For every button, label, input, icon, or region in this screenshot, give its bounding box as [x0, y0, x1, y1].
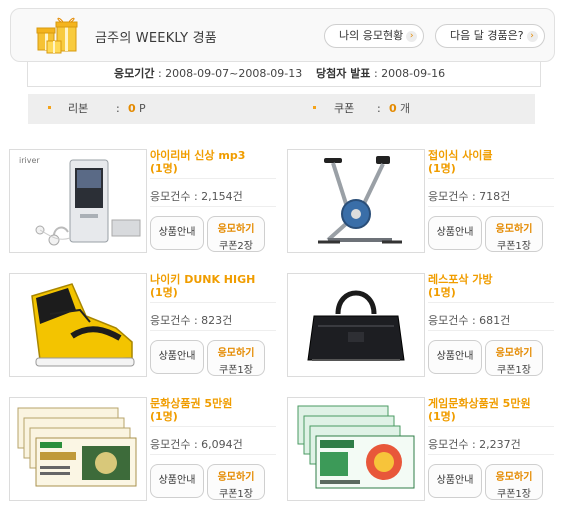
apply-label: 응모하기 — [495, 472, 533, 483]
winner-count: (1명) — [428, 286, 456, 299]
apply-label: 응모하기 — [217, 472, 255, 483]
entry-count: 응모건수 : 2,154건 — [150, 190, 243, 203]
ribbon-label: 리본 — [68, 102, 89, 115]
divider — [428, 178, 554, 179]
divider — [428, 330, 554, 331]
winner-count: (1명) — [428, 410, 456, 423]
gift-certificate-icon — [17, 407, 137, 487]
apply-button[interactable]: 응모하기 쿠폰1장 — [485, 464, 543, 500]
coupon-colon: : — [377, 102, 381, 115]
prize-name: 접이식 사이클 — [428, 149, 493, 162]
exercise-bike-icon — [318, 156, 402, 244]
divider — [150, 206, 276, 207]
divider — [428, 426, 554, 427]
prize-image[interactable] — [287, 149, 425, 253]
winner-count: (1명) — [428, 162, 456, 175]
apply-label: 응모하기 — [495, 224, 533, 235]
bullet-icon — [48, 106, 51, 109]
apply-button[interactable]: 응모하기 쿠폰2장 — [207, 216, 265, 252]
product-info-button[interactable]: 상품안내 — [428, 464, 482, 498]
entry-count: 응모건수 : 823건 — [150, 314, 233, 327]
entry-count: 응모건수 : 6,094건 — [150, 438, 243, 451]
prize-image[interactable] — [287, 397, 425, 501]
prize-card: 문화상품권 5만원 (1명) 응모건수 : 6,094건 상품안내 응모하기 쿠… — [9, 397, 279, 507]
coupon-cost: 쿠폰1장 — [497, 241, 531, 252]
coupon-cost: 쿠폰1장 — [497, 489, 531, 500]
bullet-icon — [313, 106, 316, 109]
ribbon-unit: P — [139, 102, 146, 115]
divider — [150, 302, 276, 303]
apply-button[interactable]: 응모하기 쿠폰1장 — [207, 464, 265, 500]
coupon-cost: 쿠폰1장 — [219, 365, 253, 376]
winner-count: (1명) — [150, 162, 178, 175]
divider — [150, 178, 276, 179]
coupon-cost: 쿠폰1장 — [219, 489, 253, 500]
prize-image[interactable] — [9, 273, 147, 377]
chevron-right-icon: › — [526, 30, 538, 42]
points-bar: 리본 : 0 P 쿠폰 : 0 개 — [28, 94, 535, 124]
apply-label: 응모하기 — [217, 348, 255, 359]
entry-period-bar: 응모기간 : 2008-09-07~2008-09-13 당첨자 발표 : 20… — [27, 62, 541, 87]
winner-count: (1명) — [150, 286, 178, 299]
product-info-button[interactable]: 상품안내 — [150, 464, 204, 498]
entry-period: 응모기간 : 2008-09-07~2008-09-13 — [114, 67, 303, 80]
prize-image[interactable]: iriver — [9, 149, 147, 253]
divider — [428, 454, 554, 455]
chevron-right-icon: › — [406, 30, 418, 42]
prize-name: 나이키 DUNK HIGH — [150, 273, 256, 286]
product-info-button[interactable]: 상품안내 — [428, 340, 482, 374]
apply-button[interactable]: 응모하기 쿠폰1장 — [485, 216, 543, 252]
sneaker-icon — [31, 283, 135, 367]
divider — [150, 330, 276, 331]
ribbon-points: 0 — [128, 102, 136, 115]
prize-card: 접이식 사이클 (1명) 응모건수 : 718건 상품안내 응모하기 쿠폰1장 — [287, 149, 557, 259]
coupon-cost: 쿠폰1장 — [497, 365, 531, 376]
game-voucher-icon — [297, 405, 415, 489]
gift-box-icon — [36, 17, 78, 54]
my-entries-button[interactable]: 나의 응모현황 › — [324, 24, 425, 48]
bag-icon — [307, 290, 405, 361]
ribbon-colon: : — [116, 102, 120, 115]
entry-count: 응모건수 : 718건 — [428, 190, 511, 203]
entry-count: 응모건수 : 2,237건 — [428, 438, 521, 451]
coupon-cost: 쿠폰2장 — [219, 241, 253, 252]
prize-image[interactable] — [287, 273, 425, 377]
coupon-count: 0 — [389, 102, 397, 115]
divider — [428, 302, 554, 303]
mp3-player-icon: iriver — [19, 156, 141, 246]
divider — [428, 206, 554, 207]
prize-card: iriver 아이리버 신상 mp3 (1명) 응모건수 : 2,154건 상품… — [9, 149, 279, 259]
apply-button[interactable]: 응모하기 쿠폰1장 — [207, 340, 265, 376]
apply-label: 응모하기 — [217, 224, 255, 235]
svg-text:iriver: iriver — [19, 156, 40, 165]
next-month-prizes-button[interactable]: 다음 달 경품은? › — [435, 24, 545, 48]
prize-name: 레스포삭 가방 — [428, 273, 493, 286]
page-header: 금주의 WEEKLY 경품 나의 응모현황 › 다음 달 경품은? › — [10, 8, 555, 62]
winner-announcement: 당첨자 발표 : 2008-09-16 — [316, 67, 446, 80]
entry-count: 응모건수 : 681건 — [428, 314, 511, 327]
coupon-label: 쿠폰 — [334, 102, 355, 115]
prize-name: 게임문화상품권 5만원 — [428, 397, 531, 410]
prize-card: 레스포삭 가방 (1명) 응모건수 : 681건 상품안내 응모하기 쿠폰1장 — [287, 273, 557, 383]
apply-label: 응모하기 — [495, 348, 533, 359]
apply-button[interactable]: 응모하기 쿠폰1장 — [485, 340, 543, 376]
prize-card: 게임문화상품권 5만원 (1명) 응모건수 : 2,237건 상품안내 응모하기… — [287, 397, 557, 507]
prize-image[interactable] — [9, 397, 147, 501]
prize-card: 나이키 DUNK HIGH (1명) 응모건수 : 823건 상품안내 응모하기… — [9, 273, 279, 383]
page-title: 금주의 WEEKLY 경품 — [95, 31, 217, 46]
coupon-unit: 개 — [400, 102, 411, 115]
product-info-button[interactable]: 상품안내 — [150, 340, 204, 374]
divider — [150, 454, 276, 455]
prize-name: 아이리버 신상 mp3 — [150, 149, 246, 162]
product-info-button[interactable]: 상품안내 — [428, 216, 482, 250]
product-info-button[interactable]: 상품안내 — [150, 216, 204, 250]
divider — [150, 426, 276, 427]
winner-count: (1명) — [150, 410, 178, 423]
prize-name: 문화상품권 5만원 — [150, 397, 233, 410]
